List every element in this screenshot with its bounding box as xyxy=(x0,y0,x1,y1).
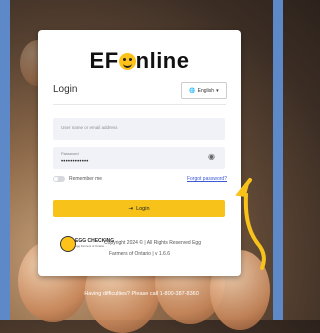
forgot-password-link[interactable]: Forgot password? xyxy=(187,176,227,182)
help-text: Having difficulties? Please call 1-800-3… xyxy=(84,291,199,297)
language-label: English xyxy=(197,87,215,94)
login-button[interactable]: ⇥ Login xyxy=(53,200,225,217)
logo-text-nline: nline xyxy=(135,48,190,73)
caret-down-icon: ▾ xyxy=(216,87,219,94)
page-title: Login xyxy=(53,84,78,95)
globe-icon: 🌐 xyxy=(189,87,196,94)
login-label: Login xyxy=(136,205,150,212)
smiley-egg-icon xyxy=(118,53,136,70)
eye-icon[interactable]: ◉ xyxy=(208,153,216,161)
logo: EF nline xyxy=(38,48,241,74)
remember-me[interactable]: Remember me xyxy=(53,176,102,182)
login-arrow-icon: ⇥ xyxy=(128,205,134,212)
copyright-line-1: Copyright 2024 © | All Rights Reserved E… xyxy=(104,240,201,246)
copyright-line-2: Farmers of Ontario | v 1.6.6 xyxy=(108,251,171,257)
right-frame xyxy=(273,0,283,320)
password-value: •••••••••••• xyxy=(61,159,89,165)
logo-text-ef: EF xyxy=(89,48,119,73)
username-field[interactable]: User name or email address xyxy=(53,118,225,140)
remember-label: Remember me xyxy=(69,176,103,182)
login-card: EF nline Login 🌐 English ▾ User name or e… xyxy=(38,30,241,276)
password-label: Password xyxy=(61,151,79,156)
remember-toggle[interactable] xyxy=(53,176,65,182)
username-placeholder: User name or email address xyxy=(61,125,118,130)
left-frame xyxy=(0,0,10,320)
egg-checking-logo xyxy=(60,236,76,252)
divider xyxy=(53,104,226,105)
egg-checking-subtitle: Egg Farmers of Ontario xyxy=(75,244,105,248)
language-selector[interactable]: 🌐 English ▾ xyxy=(181,82,227,99)
highlight-arrow-icon xyxy=(235,178,266,270)
password-field[interactable]: Password •••••••••••• ◉ xyxy=(53,147,225,169)
